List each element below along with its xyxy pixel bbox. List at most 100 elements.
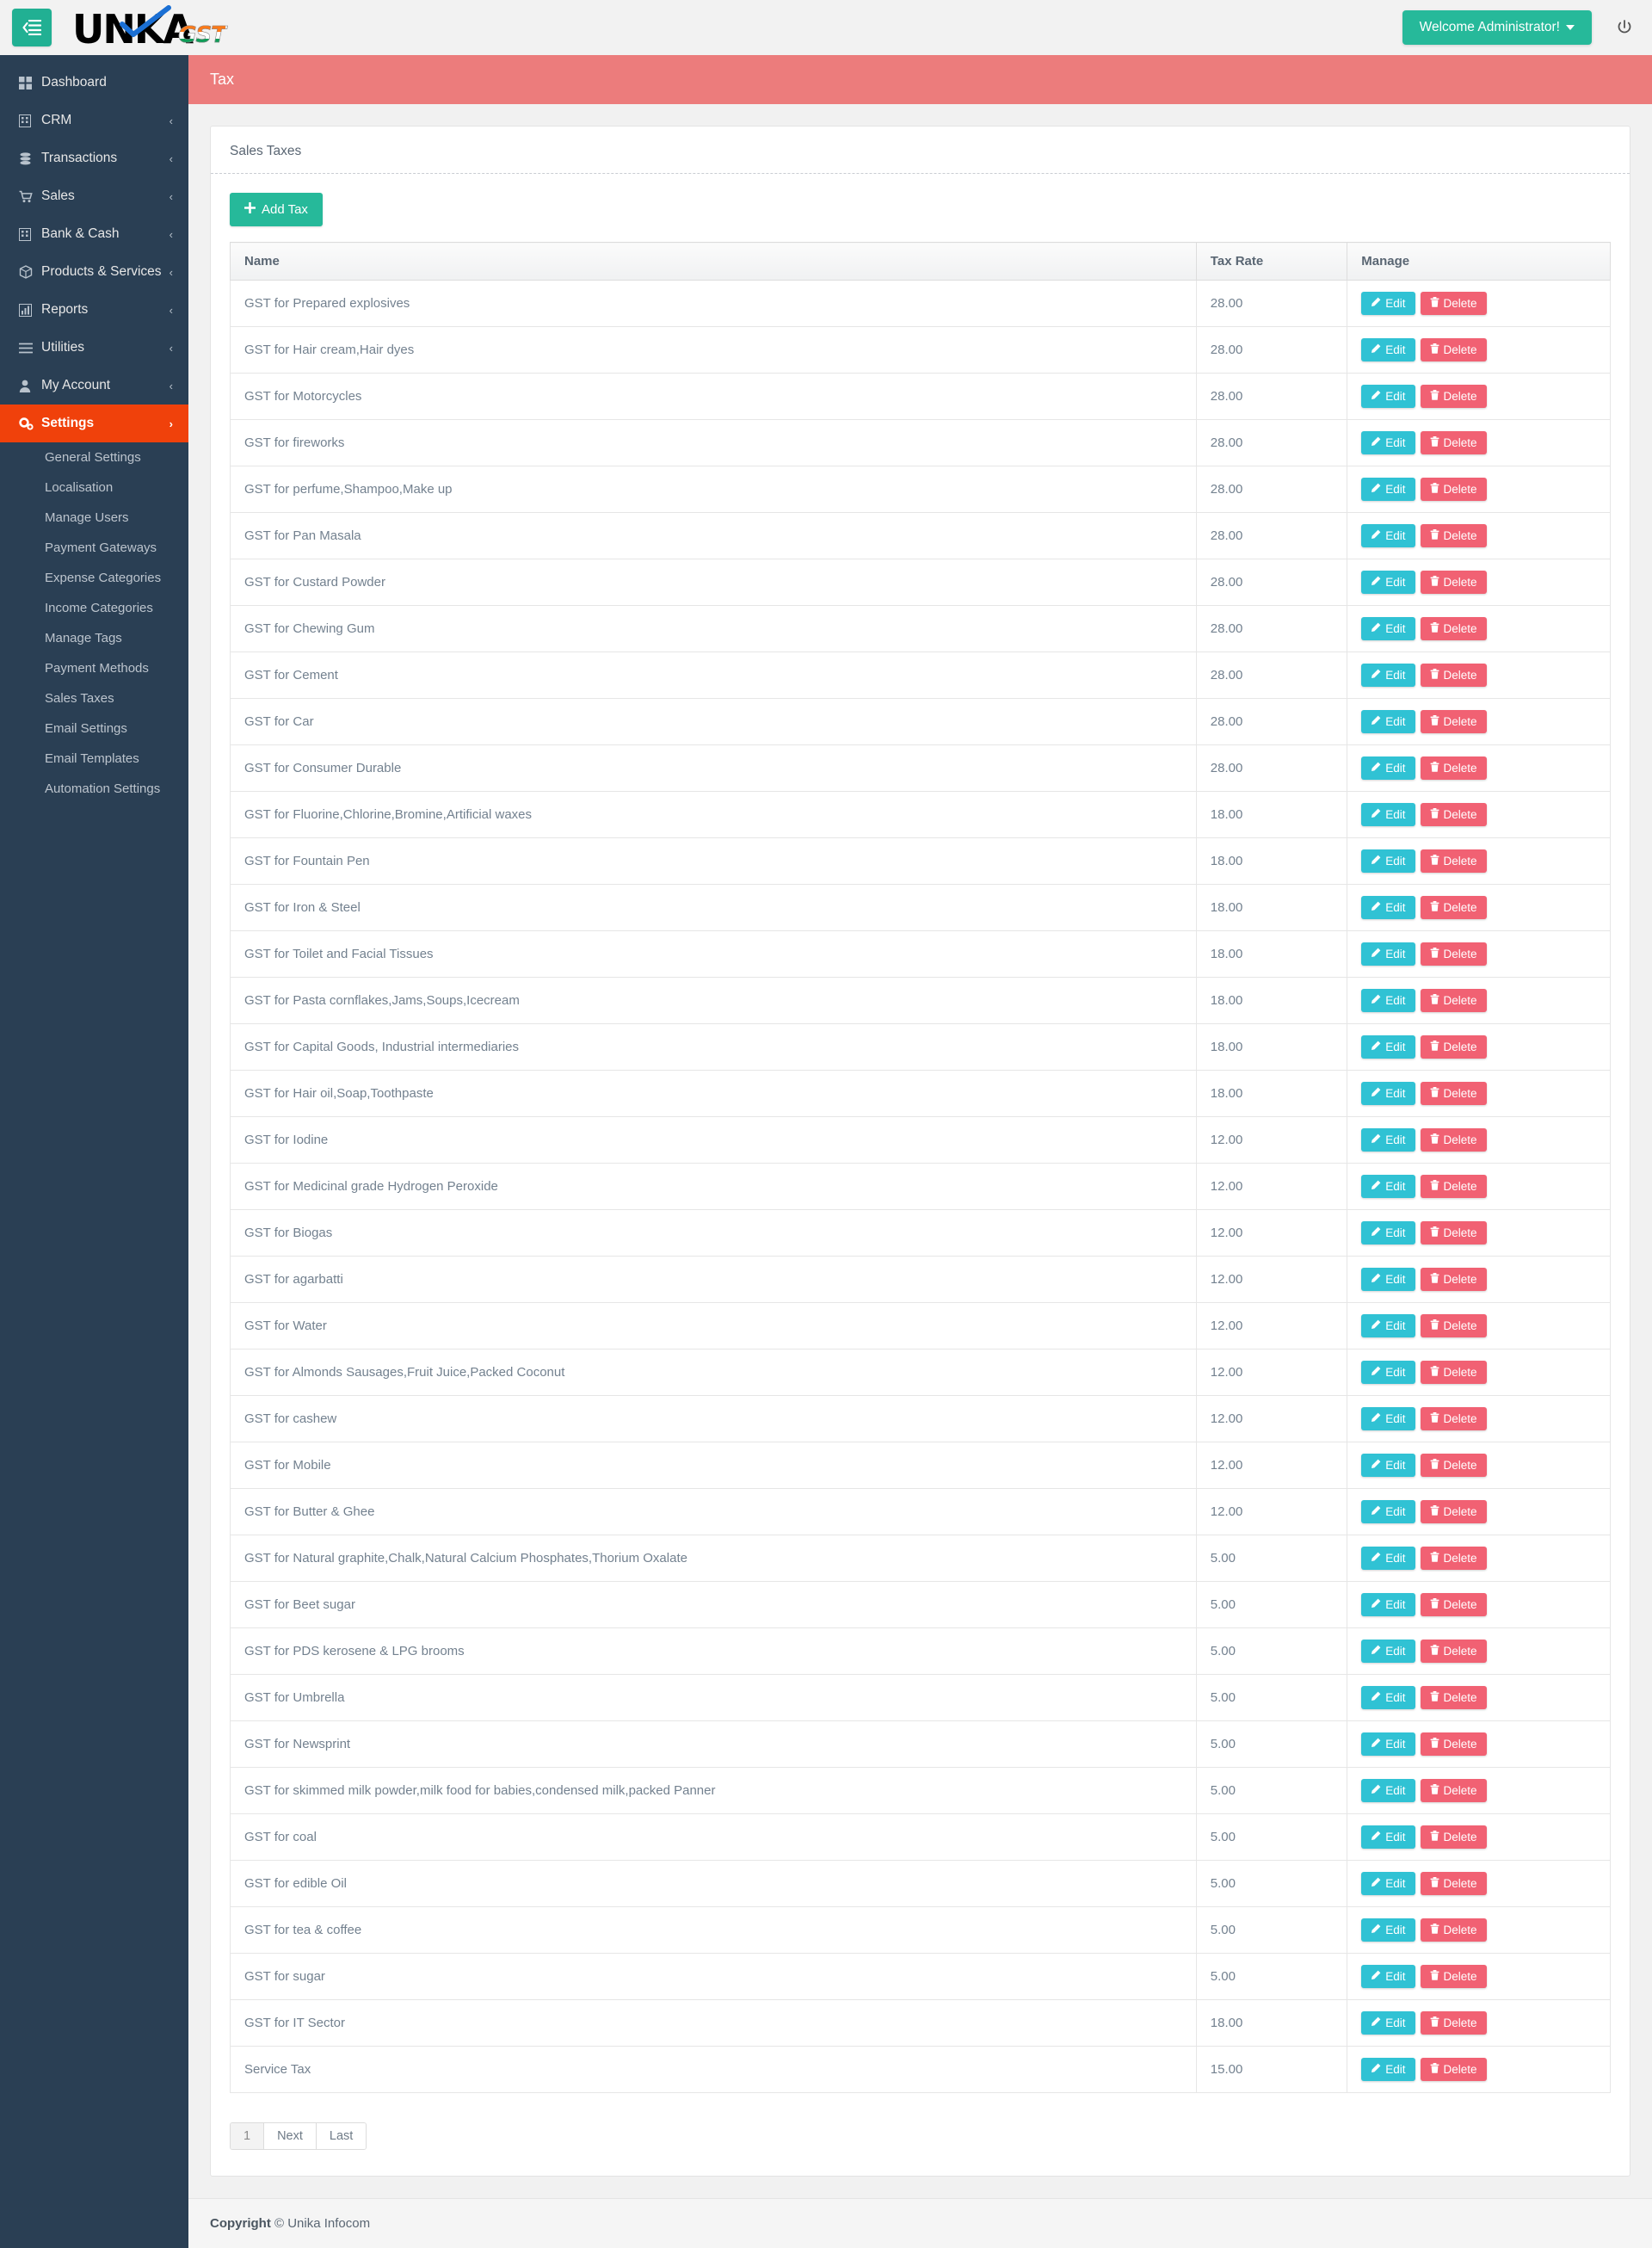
edit-button[interactable]: Edit: [1361, 664, 1415, 687]
delete-button[interactable]: Delete: [1420, 431, 1487, 454]
add-tax-button[interactable]: Add Tax: [230, 193, 323, 226]
edit-button[interactable]: Edit: [1361, 524, 1415, 547]
edit-button[interactable]: Edit: [1361, 942, 1415, 966]
delete-button[interactable]: Delete: [1420, 2058, 1487, 2081]
edit-button[interactable]: Edit: [1361, 1918, 1415, 1942]
delete-button[interactable]: Delete: [1420, 1082, 1487, 1105]
edit-button[interactable]: Edit: [1361, 338, 1415, 361]
delete-button[interactable]: Delete: [1420, 1314, 1487, 1337]
delete-button[interactable]: Delete: [1420, 664, 1487, 687]
edit-button[interactable]: Edit: [1361, 1640, 1415, 1663]
sidebar-item-settings[interactable]: Settings ›: [0, 405, 188, 442]
pagination-link-1[interactable]: 1: [231, 2123, 265, 2149]
delete-button[interactable]: Delete: [1420, 1825, 1487, 1849]
delete-button[interactable]: Delete: [1420, 803, 1487, 826]
sidebar-subitem-manage-users[interactable]: Manage Users: [0, 503, 188, 533]
sidebar-toggle-button[interactable]: [12, 9, 52, 46]
edit-button[interactable]: Edit: [1361, 757, 1415, 780]
edit-button[interactable]: Edit: [1361, 1732, 1415, 1756]
delete-button[interactable]: Delete: [1420, 1035, 1487, 1059]
edit-button[interactable]: Edit: [1361, 1268, 1415, 1291]
edit-button[interactable]: Edit: [1361, 2058, 1415, 2081]
delete-button[interactable]: Delete: [1420, 1593, 1487, 1616]
app-logo[interactable]: UNKA GST: [72, 5, 226, 49]
edit-button[interactable]: Edit: [1361, 1082, 1415, 1105]
sidebar-item-sales[interactable]: Sales ‹: [0, 177, 188, 215]
delete-button[interactable]: Delete: [1420, 1640, 1487, 1663]
delete-button[interactable]: Delete: [1420, 1872, 1487, 1895]
edit-button[interactable]: Edit: [1361, 1035, 1415, 1059]
edit-button[interactable]: Edit: [1361, 617, 1415, 640]
edit-button[interactable]: Edit: [1361, 1779, 1415, 1802]
sidebar-subitem-sales-taxes[interactable]: Sales Taxes: [0, 683, 188, 713]
delete-button[interactable]: Delete: [1420, 338, 1487, 361]
delete-button[interactable]: Delete: [1420, 1268, 1487, 1291]
edit-button[interactable]: Edit: [1361, 1593, 1415, 1616]
delete-button[interactable]: Delete: [1420, 1918, 1487, 1942]
delete-button[interactable]: Delete: [1420, 1732, 1487, 1756]
sidebar-subitem-email-settings[interactable]: Email Settings: [0, 713, 188, 744]
edit-button[interactable]: Edit: [1361, 849, 1415, 873]
delete-button[interactable]: Delete: [1420, 1965, 1487, 1988]
delete-button[interactable]: Delete: [1420, 1175, 1487, 1198]
delete-button[interactable]: Delete: [1420, 1686, 1487, 1709]
edit-button[interactable]: Edit: [1361, 1686, 1415, 1709]
delete-button[interactable]: Delete: [1420, 1500, 1487, 1523]
delete-button[interactable]: Delete: [1420, 942, 1487, 966]
sidebar-item-crm[interactable]: CRM ‹: [0, 102, 188, 139]
delete-button[interactable]: Delete: [1420, 1454, 1487, 1477]
delete-button[interactable]: Delete: [1420, 385, 1487, 408]
edit-button[interactable]: Edit: [1361, 989, 1415, 1012]
sidebar-subitem-expense-categories[interactable]: Expense Categories: [0, 563, 188, 593]
edit-button[interactable]: Edit: [1361, 710, 1415, 733]
delete-button[interactable]: Delete: [1420, 1407, 1487, 1430]
delete-button[interactable]: Delete: [1420, 849, 1487, 873]
delete-button[interactable]: Delete: [1420, 1361, 1487, 1384]
sidebar-item-products-and-services[interactable]: Products & Services ‹: [0, 253, 188, 291]
delete-button[interactable]: Delete: [1420, 292, 1487, 315]
sidebar-subitem-automation-settings[interactable]: Automation Settings: [0, 774, 188, 804]
delete-button[interactable]: Delete: [1420, 1221, 1487, 1244]
delete-button[interactable]: Delete: [1420, 1128, 1487, 1152]
sidebar-subitem-payment-methods[interactable]: Payment Methods: [0, 653, 188, 683]
welcome-administrator-button[interactable]: Welcome Administrator!: [1402, 10, 1592, 45]
delete-button[interactable]: Delete: [1420, 1547, 1487, 1570]
delete-button[interactable]: Delete: [1420, 571, 1487, 594]
sidebar-item-reports[interactable]: Reports ‹: [0, 291, 188, 329]
pagination-link-next[interactable]: Next: [264, 2123, 317, 2149]
sidebar-subitem-localisation[interactable]: Localisation: [0, 472, 188, 503]
delete-button[interactable]: Delete: [1420, 617, 1487, 640]
edit-button[interactable]: Edit: [1361, 1454, 1415, 1477]
edit-button[interactable]: Edit: [1361, 1128, 1415, 1152]
edit-button[interactable]: Edit: [1361, 1547, 1415, 1570]
edit-button[interactable]: Edit: [1361, 292, 1415, 315]
edit-button[interactable]: Edit: [1361, 1221, 1415, 1244]
delete-button[interactable]: Delete: [1420, 896, 1487, 919]
delete-button[interactable]: Delete: [1420, 1779, 1487, 1802]
delete-button[interactable]: Delete: [1420, 757, 1487, 780]
edit-button[interactable]: Edit: [1361, 1175, 1415, 1198]
delete-button[interactable]: Delete: [1420, 524, 1487, 547]
delete-button[interactable]: Delete: [1420, 710, 1487, 733]
edit-button[interactable]: Edit: [1361, 478, 1415, 501]
sidebar-item-dashboard[interactable]: Dashboard: [0, 64, 188, 102]
sidebar-item-transactions[interactable]: Transactions ‹: [0, 139, 188, 177]
edit-button[interactable]: Edit: [1361, 571, 1415, 594]
edit-button[interactable]: Edit: [1361, 1500, 1415, 1523]
edit-button[interactable]: Edit: [1361, 1314, 1415, 1337]
edit-button[interactable]: Edit: [1361, 1407, 1415, 1430]
sidebar-subitem-general-settings[interactable]: General Settings: [0, 442, 188, 472]
sidebar-subitem-payment-gateways[interactable]: Payment Gateways: [0, 533, 188, 563]
sidebar-subitem-manage-tags[interactable]: Manage Tags: [0, 623, 188, 653]
sidebar-item-bank-and-cash[interactable]: Bank & Cash ‹: [0, 215, 188, 253]
sidebar-item-utilities[interactable]: Utilities ‹: [0, 329, 188, 367]
sidebar-subitem-income-categories[interactable]: Income Categories: [0, 593, 188, 623]
edit-button[interactable]: Edit: [1361, 431, 1415, 454]
delete-button[interactable]: Delete: [1420, 989, 1487, 1012]
edit-button[interactable]: Edit: [1361, 1872, 1415, 1895]
edit-button[interactable]: Edit: [1361, 896, 1415, 919]
edit-button[interactable]: Edit: [1361, 1361, 1415, 1384]
delete-button[interactable]: Delete: [1420, 2011, 1487, 2035]
sidebar-item-my-account[interactable]: My Account ‹: [0, 367, 188, 405]
edit-button[interactable]: Edit: [1361, 2011, 1415, 2035]
